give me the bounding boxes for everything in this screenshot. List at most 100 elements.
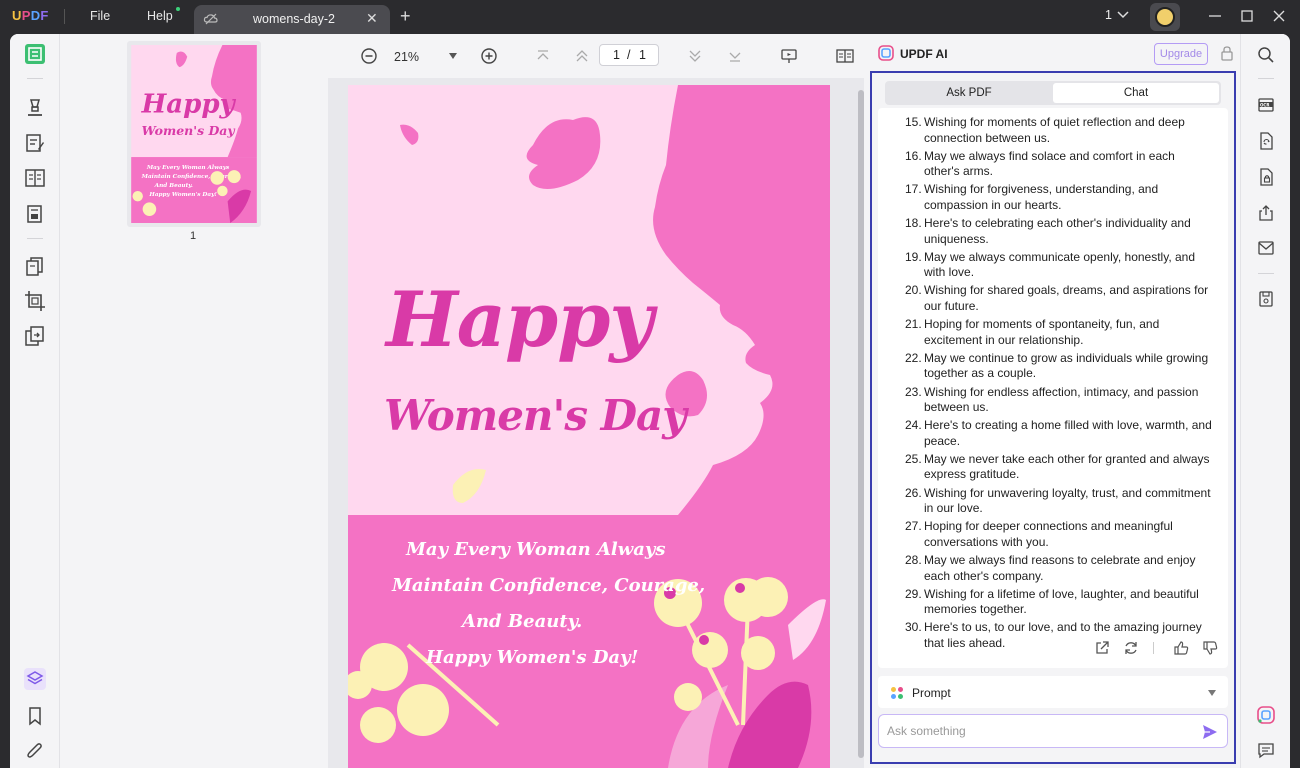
title-separator	[64, 9, 65, 24]
pdf-quote-line4: Happy Women's Day!	[426, 647, 639, 668]
list-item-text: May we continue to grow as individuals w…	[924, 350, 1209, 381]
ai-mode-tabs: Ask PDF Chat	[885, 81, 1221, 105]
comment-highlighter-icon[interactable]	[24, 96, 46, 118]
page-layout-icon[interactable]	[24, 167, 46, 189]
ask-input-box[interactable]	[878, 714, 1228, 748]
pdf-quote-line3: And Beauty.	[462, 611, 583, 632]
ocr-icon[interactable]: OCR	[1257, 96, 1275, 114]
chat-list-item: 23. Wishing for endless affection, intima…	[878, 385, 1228, 417]
new-tab-icon[interactable]: +	[400, 6, 411, 27]
list-item-text: Here's to creating a home filled with lo…	[924, 418, 1212, 448]
left-toolbar	[10, 34, 60, 768]
layers-icon[interactable]	[24, 668, 46, 690]
updf-ai-logo-icon	[878, 45, 894, 61]
thumbs-up-icon[interactable]	[1173, 640, 1189, 656]
zoom-dropdown-icon[interactable]	[449, 53, 457, 59]
prompt-selector[interactable]: Prompt	[878, 676, 1228, 708]
page-number-input[interactable]: 1 / 1	[599, 44, 659, 66]
previous-page-icon[interactable]	[573, 47, 591, 65]
total-pages: 1	[639, 48, 646, 62]
toolbar-divider	[1258, 78, 1274, 79]
right-toolbar: OCR	[1240, 34, 1290, 768]
slideshow-icon[interactable]	[780, 47, 798, 65]
chat-list-item: 26. Wishing for unwavering loyalty, trust…	[878, 486, 1228, 518]
list-item-number: 18.	[905, 216, 922, 231]
zoom-level[interactable]: 21%	[394, 50, 419, 64]
list-item-text: May we always find solace and comfort in…	[924, 148, 1175, 179]
svg-text:Women's Day: Women's Day	[142, 123, 236, 138]
page-thumbnail[interactable]: Happy Women's Day May Every Woman Always…	[127, 41, 261, 227]
toolbar-divider	[27, 238, 43, 239]
first-page-icon[interactable]	[534, 47, 552, 65]
main-window: Happy Women's Day May Every Woman Always…	[10, 34, 1290, 768]
upgrade-button[interactable]: Upgrade	[1154, 43, 1208, 65]
tab-title: womens-day-2	[253, 12, 335, 26]
pdf-title-happy: Happy	[386, 275, 653, 364]
list-item-number: 30.	[905, 620, 922, 635]
list-item-number: 29.	[905, 586, 922, 601]
close-window-icon[interactable]	[1271, 8, 1287, 24]
chat-list-item: 29. Wishing for a lifetime of love, laugh…	[878, 587, 1228, 619]
svg-text:Maintain Confidence, Courage,: Maintain Confidence, Courage,	[141, 174, 241, 180]
svg-text:May Every Woman Always: May Every Woman Always	[146, 165, 230, 171]
page-view-icon[interactable]	[836, 47, 854, 65]
attachment-icon[interactable]	[24, 740, 46, 762]
avatar[interactable]	[1150, 3, 1180, 31]
next-page-icon[interactable]	[686, 47, 704, 65]
save-icon[interactable]	[1257, 290, 1275, 308]
ai-panel: UPDF AI Upgrade Ask PDF Chat 15. Wishing …	[864, 34, 1240, 768]
list-item-number: 22.	[905, 350, 922, 365]
list-item-text: May we never take each other for granted…	[924, 451, 1210, 482]
list-item-text: Wishing for forgiveness, understanding, …	[924, 182, 1159, 212]
prompt-label: Prompt	[912, 686, 951, 700]
form-fill-icon[interactable]	[24, 203, 46, 225]
menu-help[interactable]: Help	[147, 9, 173, 23]
list-item-text: Wishing for shared goals, dreams, and as…	[924, 283, 1209, 314]
minimize-icon[interactable]	[1207, 8, 1223, 24]
comments-icon[interactable]	[1257, 741, 1275, 759]
thumbnail-page-number: 1	[190, 230, 197, 242]
list-item-text: May we always communicate openly, honest…	[924, 249, 1196, 280]
page-count[interactable]: 1	[1105, 8, 1112, 22]
send-icon[interactable]	[1201, 723, 1219, 741]
title-bar: UPDF File Help womens-day-2 ✕ + 1	[0, 0, 1300, 34]
tab-ask-pdf[interactable]: Ask PDF	[887, 83, 1051, 103]
updf-ai-icon[interactable]	[1257, 706, 1275, 724]
chevron-down-icon[interactable]	[1117, 10, 1129, 20]
list-item-text: May we always find reasons to celebrate …	[924, 552, 1196, 583]
tab-chat[interactable]: Chat	[1053, 83, 1219, 103]
last-page-icon[interactable]	[726, 47, 744, 65]
list-item-number: 20.	[905, 283, 922, 298]
thumbnail-preview: Happy Women's Day May Every Woman Always…	[131, 45, 257, 223]
close-tab-icon[interactable]: ✕	[366, 10, 378, 27]
pdf-title-womens-day: Women's Day	[384, 391, 687, 440]
ask-input[interactable]	[887, 722, 1187, 740]
search-icon[interactable]	[1257, 46, 1275, 64]
organize-pages-icon[interactable]	[24, 256, 46, 278]
zoom-in-icon[interactable]	[480, 47, 498, 65]
pdf-page: Happy Women's Day May Every Woman Always…	[348, 85, 830, 768]
svg-text:Happy: Happy	[141, 90, 237, 120]
list-item-number: 15.	[905, 115, 922, 129]
export-icon[interactable]	[1094, 640, 1110, 656]
email-icon[interactable]	[1257, 239, 1275, 257]
protect-file-icon[interactable]	[1257, 168, 1275, 186]
convert-file-icon[interactable]	[1257, 132, 1275, 150]
thumbs-down-icon[interactable]	[1202, 640, 1218, 656]
ai-panel-title: UPDF AI	[900, 47, 948, 61]
bookmark-icon[interactable]	[24, 705, 46, 727]
chevron-down-icon[interactable]	[1208, 690, 1216, 696]
reader-icon[interactable]	[24, 43, 46, 65]
maximize-icon[interactable]	[1239, 8, 1255, 24]
lock-icon[interactable]	[1220, 45, 1234, 61]
list-item-number: 23.	[905, 384, 922, 399]
share-icon[interactable]	[1257, 204, 1275, 222]
zoom-out-icon[interactable]	[360, 47, 378, 65]
menu-file[interactable]: File	[90, 9, 110, 23]
document-tab[interactable]: womens-day-2 ✕	[194, 5, 390, 34]
app-logo: UPDF	[12, 8, 49, 23]
convert-icon[interactable]	[24, 325, 46, 347]
crop-icon[interactable]	[24, 290, 46, 312]
edit-pdf-icon[interactable]	[24, 132, 46, 154]
regenerate-icon[interactable]	[1123, 640, 1139, 656]
